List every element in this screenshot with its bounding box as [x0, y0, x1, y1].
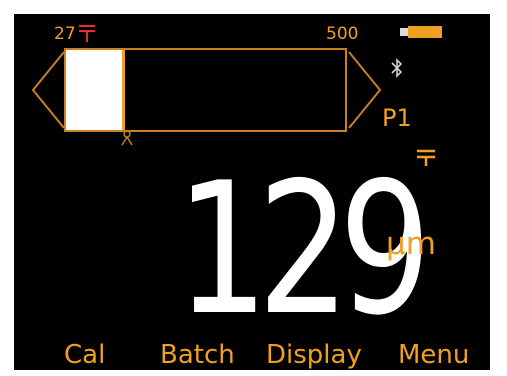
batch-softkey[interactable]: Batch [160, 341, 235, 369]
reading-value: 129 [176, 143, 432, 355]
scale-min-label: 27 [54, 24, 76, 44]
scale-right-arrow-icon[interactable] [347, 50, 383, 130]
bluetooth-icon [391, 58, 403, 78]
bar-graph-fill [66, 50, 122, 130]
program-label: P1 [382, 104, 412, 132]
cal-softkey[interactable]: Cal [64, 341, 105, 369]
battery-icon [400, 26, 442, 38]
gauge-screen: 27 500 P1 129 µm Cal Batch Display Menu [14, 14, 490, 370]
reading-unit: µm [386, 226, 436, 262]
bar-graph-fill-edge [122, 50, 125, 130]
bar-graph [64, 48, 347, 132]
scale-left-arrow-icon[interactable] [30, 50, 66, 130]
scale-max-label: 500 [326, 24, 359, 44]
reading-marker-icon [121, 130, 133, 146]
menu-softkey[interactable]: Menu [398, 341, 469, 369]
display-softkey[interactable]: Display [266, 341, 362, 369]
lower-limit-marker-icon [79, 25, 95, 42]
